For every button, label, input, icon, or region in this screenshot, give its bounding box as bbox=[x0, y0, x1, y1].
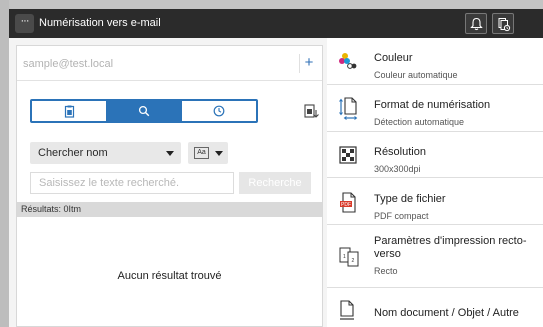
setting-label: Type de fichier bbox=[374, 193, 446, 205]
setting-label: Résolution bbox=[374, 146, 426, 158]
case-icon: Aa bbox=[194, 147, 209, 159]
resolution-icon bbox=[339, 146, 357, 164]
setting-duplex[interactable]: 1 2 Paramètres d'impression recto-verso … bbox=[327, 225, 543, 288]
email-row: + bbox=[17, 46, 322, 81]
color-icon bbox=[339, 53, 357, 69]
document-name-icon bbox=[340, 300, 354, 320]
results-count: Résultats: 0Itm bbox=[17, 202, 322, 217]
address-tabs bbox=[30, 99, 258, 123]
svg-text:1: 1 bbox=[343, 254, 346, 260]
bell-icon bbox=[470, 17, 483, 31]
setting-value: Détection automatique bbox=[374, 117, 465, 127]
address-book-icon bbox=[64, 105, 74, 118]
setting-label: Paramètres d'impression recto-verso bbox=[374, 235, 527, 260]
notification-button[interactable] bbox=[465, 13, 487, 34]
setting-value: PDF compact bbox=[374, 211, 429, 221]
page-title: Numérisation vers e-mail bbox=[39, 17, 161, 29]
setting-label: Couleur bbox=[374, 52, 413, 64]
app-frame: ··· Numérisation vers e-mail + bbox=[9, 9, 543, 327]
setting-file-type[interactable]: PDF Type de fichier PDF compact bbox=[327, 178, 543, 225]
search-button[interactable]: Recherche bbox=[239, 172, 311, 194]
address-register-icon bbox=[304, 104, 319, 118]
setting-value: 300x300dpi bbox=[374, 164, 421, 174]
setting-color[interactable]: Couleur Couleur automatique bbox=[327, 38, 543, 85]
add-address-button[interactable]: + bbox=[299, 54, 318, 73]
svg-text:2: 2 bbox=[352, 258, 355, 264]
history-clock-icon bbox=[213, 105, 225, 117]
search-icon bbox=[138, 105, 150, 117]
case-option-dropdown[interactable]: Aa bbox=[188, 142, 228, 164]
search-by-dropdown[interactable]: Chercher nom bbox=[30, 142, 181, 164]
email-field[interactable] bbox=[23, 54, 283, 74]
chevron-down-icon bbox=[166, 151, 174, 156]
setting-label: Format de numérisation bbox=[374, 99, 491, 111]
svg-text:PDF: PDF bbox=[341, 202, 351, 208]
search-by-value: Chercher nom bbox=[38, 147, 108, 159]
setting-value: Recto bbox=[374, 266, 398, 276]
scan-format-icon bbox=[339, 97, 358, 120]
setting-value: Couleur automatique bbox=[374, 70, 458, 80]
job-status-icon bbox=[498, 18, 511, 32]
duplex-icon: 1 2 bbox=[339, 247, 359, 267]
setting-scan-format[interactable]: Format de numérisation Détection automat… bbox=[327, 85, 543, 132]
screen-bezel-left bbox=[0, 0, 9, 327]
screen-bezel-top bbox=[0, 0, 543, 9]
title-bar: ··· Numérisation vers e-mail bbox=[9, 9, 543, 38]
tab-history[interactable] bbox=[181, 101, 256, 121]
tab-address-book[interactable] bbox=[32, 101, 106, 121]
file-type-icon: PDF bbox=[340, 192, 356, 213]
tab-search[interactable] bbox=[106, 101, 181, 121]
address-panel: + bbox=[16, 45, 323, 327]
direct-input-button[interactable] bbox=[303, 102, 320, 122]
setting-label: Nom document / Objet / Autre bbox=[374, 307, 519, 319]
menu-button[interactable]: ··· bbox=[15, 14, 34, 33]
setting-document-name[interactable]: Nom document / Objet / Autre bbox=[327, 288, 543, 327]
settings-panel: Couleur Couleur automatique Format de nu… bbox=[327, 38, 543, 327]
search-input[interactable] bbox=[30, 172, 234, 194]
chevron-down-icon bbox=[215, 151, 223, 156]
empty-results-message: Aucun résultat trouvé bbox=[117, 270, 222, 282]
job-status-button[interactable] bbox=[492, 13, 514, 34]
setting-resolution[interactable]: Résolution 300x300dpi bbox=[327, 132, 543, 178]
